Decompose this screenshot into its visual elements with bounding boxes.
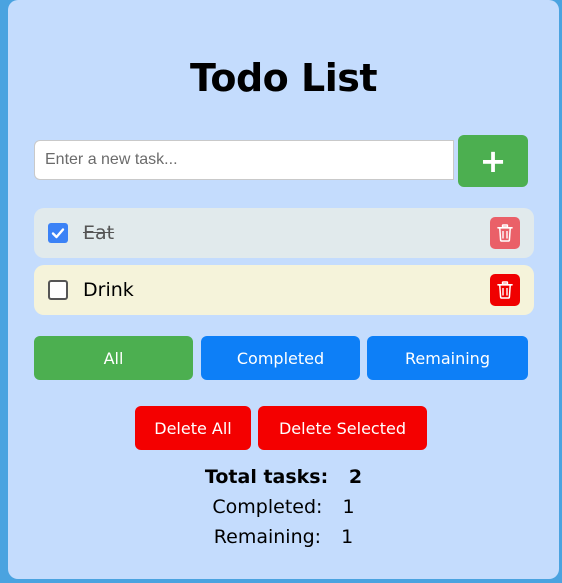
task-checkbox[interactable] <box>48 223 68 243</box>
completed-label: Completed: <box>212 496 323 518</box>
task-label: Eat <box>83 222 115 244</box>
filter-all-button[interactable]: All <box>34 336 193 380</box>
completed-value: 1 <box>342 496 355 518</box>
page-title: Todo List <box>189 56 378 100</box>
new-task-input[interactable] <box>34 140 454 180</box>
task-checkbox[interactable] <box>48 280 68 300</box>
remaining-label: Remaining: <box>213 526 322 548</box>
todo-card: Todo List + Eat Drink <box>8 0 559 579</box>
total-tasks-stat: Total tasks: 2 <box>8 466 559 488</box>
total-tasks-value: 2 <box>348 466 363 488</box>
plus-icon: + <box>479 142 507 180</box>
add-task-button[interactable]: + <box>458 135 528 187</box>
delete-selected-button[interactable]: Delete Selected <box>258 406 427 450</box>
delete-task-button[interactable] <box>490 274 520 306</box>
trash-icon <box>497 281 513 299</box>
task-item: Eat <box>34 208 534 258</box>
add-task-row: + <box>34 135 528 187</box>
filter-remaining-button[interactable]: Remaining <box>367 336 528 380</box>
delete-task-button[interactable] <box>490 217 520 249</box>
remaining-stat: Remaining: 1 <box>8 526 559 548</box>
task-label: Drink <box>83 279 134 301</box>
remaining-value: 1 <box>341 526 354 548</box>
checkmark-icon <box>51 228 65 239</box>
trash-icon <box>497 224 513 242</box>
delete-all-button[interactable]: Delete All <box>135 406 251 450</box>
completed-stat: Completed: 1 <box>8 496 559 518</box>
task-item: Drink <box>34 265 534 315</box>
filter-completed-button[interactable]: Completed <box>201 336 360 380</box>
total-tasks-label: Total tasks: <box>204 466 329 488</box>
